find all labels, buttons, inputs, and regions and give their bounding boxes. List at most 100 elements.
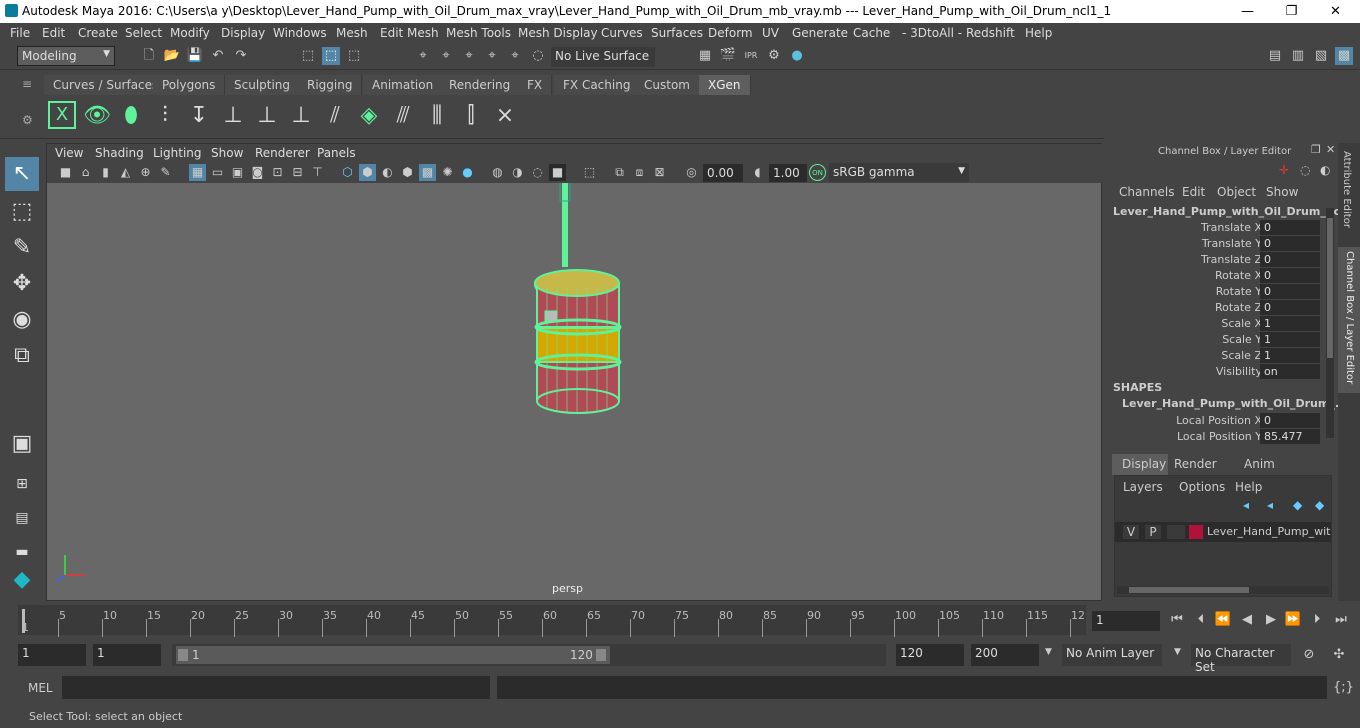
menu-help[interactable]: Help bbox=[1025, 26, 1052, 40]
depth-of-field-icon[interactable]: ◌ bbox=[529, 164, 546, 181]
time-slider[interactable]: 1 5 10 15 20 25 30 35 40 45 50 55 60 65 … bbox=[0, 601, 1360, 637]
side-tab-channel-box[interactable]: Channel Box / Layer Editor bbox=[1338, 247, 1360, 393]
menu-redshift[interactable]: Redshift bbox=[966, 26, 1015, 40]
shelf-tab-rendering[interactable]: Rendering bbox=[440, 75, 521, 95]
xgen-create-description-icon[interactable]: ⬮ bbox=[116, 101, 146, 131]
viewport-menu-view[interactable]: View bbox=[55, 146, 83, 160]
chevron-down-icon[interactable]: ▼ bbox=[1174, 647, 1181, 657]
grid-toggle-icon[interactable]: ▦ bbox=[189, 164, 206, 181]
menu-mesh-tools[interactable]: Mesh Tools bbox=[446, 26, 511, 40]
attr-scale-z[interactable]: Scale Z1 bbox=[1104, 348, 1338, 364]
time-ruler[interactable]: 1 5 10 15 20 25 30 35 40 45 50 55 60 65 … bbox=[18, 605, 1086, 637]
range-slider-handle[interactable]: 1 120 bbox=[176, 646, 610, 664]
safe-title-icon[interactable]: ⊤ bbox=[309, 164, 326, 181]
float-panel-icon[interactable]: ❐ bbox=[1311, 143, 1321, 156]
viewport-menu-lighting[interactable]: Lighting bbox=[153, 146, 202, 160]
xgen-delete-icon[interactable]: ⨯ bbox=[490, 101, 520, 131]
lasso-tool-icon[interactable]: ⬚ bbox=[5, 195, 39, 229]
manipulator-icon[interactable]: ✛ bbox=[1279, 163, 1289, 177]
exposure-icon[interactable]: ◎ bbox=[683, 164, 700, 181]
edit-menu[interactable]: Edit bbox=[1182, 185, 1205, 199]
xgen-lock-guides-icon[interactable]: ⊥ bbox=[286, 101, 316, 131]
safe-action-icon[interactable]: ⊟ bbox=[289, 164, 306, 181]
shelf-settings-icon[interactable]: ⚙ bbox=[22, 113, 33, 127]
range-slider[interactable]: 1 120 bbox=[172, 644, 886, 666]
layer-name[interactable]: Lever_Hand_Pump_with_ bbox=[1207, 525, 1331, 538]
hypershade-icon[interactable]: ● bbox=[788, 47, 806, 65]
attr-scale-x[interactable]: Scale X1 bbox=[1104, 316, 1338, 332]
go-to-end-icon[interactable]: ⏭ bbox=[1332, 611, 1350, 629]
menu-edit-mesh[interactable]: Edit Mesh bbox=[380, 26, 439, 40]
shelf-tab-animation[interactable]: Animation bbox=[363, 75, 444, 95]
menu-surfaces[interactable]: Surfaces bbox=[651, 26, 703, 40]
camera-attributes-icon[interactable]: ⌂ bbox=[77, 164, 94, 181]
render-frame-icon[interactable]: 🎬 bbox=[719, 47, 737, 65]
anti-aliasing-icon[interactable]: ◑ bbox=[509, 164, 526, 181]
viewport-menu-shading[interactable]: Shading bbox=[95, 146, 144, 160]
end-time-field[interactable]: 200 bbox=[971, 644, 1039, 666]
show-menu[interactable]: Show bbox=[1266, 185, 1298, 199]
mode-dropdown[interactable]: Modeling ▼ bbox=[17, 46, 115, 66]
layer-playback-toggle[interactable]: P bbox=[1145, 525, 1161, 539]
shape-name[interactable]: Lever_Hand_Pump_with_Oil_Drum_... bbox=[1122, 397, 1347, 410]
select-hierarchy-icon[interactable]: ⬚ bbox=[299, 47, 317, 65]
layer-row[interactable]: V P Lever_Hand_Pump_with_ bbox=[1115, 522, 1331, 542]
save-scene-icon[interactable]: 💾 bbox=[186, 47, 204, 65]
script-editor-icon[interactable]: {;} bbox=[1333, 679, 1354, 697]
xgen-clump-icon[interactable]: ⫿ bbox=[456, 101, 486, 131]
auto-key-icon[interactable]: ⊘ bbox=[1300, 646, 1318, 664]
xray-components-icon[interactable]: ⧈ bbox=[631, 164, 648, 181]
pump-rod[interactable] bbox=[562, 183, 568, 267]
layer-tab-anim[interactable]: Anim bbox=[1244, 457, 1275, 471]
attr-translate-y[interactable]: Translate Y0 bbox=[1104, 236, 1338, 252]
scale-tool-icon[interactable]: ⧉ bbox=[5, 339, 39, 373]
layer-tab-render[interactable]: Render bbox=[1174, 457, 1217, 471]
textured-icon[interactable]: ⬢ bbox=[399, 164, 416, 181]
layers-menu[interactable]: Layers bbox=[1123, 480, 1163, 494]
bookmark-icon[interactable]: ▮ bbox=[97, 164, 114, 181]
gamma-field[interactable]: 1.00 bbox=[769, 164, 807, 182]
menu-curves[interactable]: Curves bbox=[601, 26, 643, 40]
menu-create[interactable]: Create bbox=[78, 26, 118, 40]
layer-visibility-toggle[interactable]: V bbox=[1123, 525, 1139, 539]
xray-joints-icon[interactable]: ⧉ bbox=[611, 164, 628, 181]
camera-select-icon[interactable]: ■ bbox=[57, 164, 74, 181]
range-start-handle[interactable] bbox=[178, 649, 188, 661]
shelf-tab-curves-surfaces[interactable]: Curves / Surfaces bbox=[44, 75, 169, 95]
speed-icon[interactable]: ◐ bbox=[1320, 163, 1330, 177]
xgen-preview-icon[interactable]: 👁 bbox=[82, 101, 112, 131]
play-backwards-icon[interactable]: ◀ bbox=[1238, 611, 1256, 629]
render-settings-icon[interactable]: ⚙ bbox=[765, 47, 783, 65]
camera-zoom-icon[interactable]: ⊠ bbox=[651, 164, 668, 181]
layer-type-toggle[interactable] bbox=[1167, 525, 1185, 539]
menu-modify[interactable]: Modify bbox=[170, 26, 210, 40]
minimize-button[interactable]: — bbox=[1225, 0, 1270, 23]
xray-icon[interactable]: ⬚ bbox=[581, 164, 598, 181]
attribute-editor-toggle-icon[interactable]: ▧ bbox=[1312, 47, 1330, 65]
menu-cache[interactable]: Cache bbox=[853, 26, 890, 40]
close-button[interactable]: ✕ bbox=[1313, 0, 1358, 23]
channels-menu[interactable]: Channels bbox=[1119, 185, 1175, 199]
menu-mesh[interactable]: Mesh bbox=[336, 26, 368, 40]
shelf-tab-sculpting[interactable]: Sculpting bbox=[225, 75, 301, 95]
close-panel-icon[interactable]: ✕ bbox=[1326, 143, 1335, 156]
menu-edit[interactable]: Edit bbox=[42, 26, 65, 40]
menu-select[interactable]: Select bbox=[125, 26, 162, 40]
four-view-layout-icon[interactable]: ⊞ bbox=[5, 467, 39, 501]
options-menu[interactable]: Options bbox=[1179, 480, 1225, 494]
xgen-rebuild-guides-icon[interactable]: ⫽ bbox=[320, 101, 350, 131]
layer-color-swatch[interactable] bbox=[1189, 525, 1203, 539]
snap-curve-icon[interactable]: ⌖ bbox=[437, 47, 455, 65]
chevron-down-icon[interactable]: ▼ bbox=[1045, 647, 1052, 657]
go-to-start-icon[interactable]: ⏮ bbox=[1168, 611, 1186, 629]
attr-rotate-z[interactable]: Rotate Z0 bbox=[1104, 300, 1338, 316]
select-object-icon[interactable]: ⬚ bbox=[322, 47, 340, 65]
xgen-editor-icon[interactable]: X bbox=[48, 101, 76, 129]
step-back-key-icon[interactable]: ⏪ bbox=[1214, 611, 1232, 629]
move-layer-down-icon[interactable]: ◂ bbox=[1267, 498, 1273, 512]
layer-hscrollbar[interactable] bbox=[1117, 586, 1329, 594]
attr-translate-z[interactable]: Translate Z0 bbox=[1104, 252, 1338, 268]
new-layer-selected-icon[interactable]: ◆ bbox=[1315, 498, 1324, 512]
modeling-toolkit-icon[interactable]: ▥ bbox=[1289, 47, 1307, 65]
maya-home-icon[interactable]: ◆ bbox=[5, 563, 39, 597]
